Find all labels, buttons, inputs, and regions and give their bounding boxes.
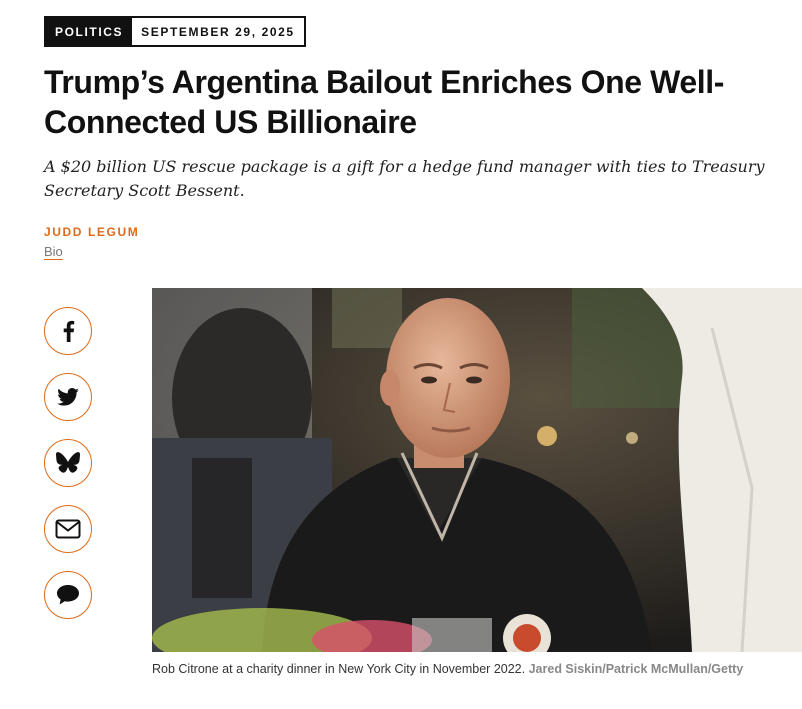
share-email-button[interactable] xyxy=(44,505,92,553)
share-bluesky-button[interactable] xyxy=(44,439,92,487)
facebook-icon xyxy=(63,320,75,342)
article-headline: Trump’s Argentina Bailout Enriches One W… xyxy=(44,64,724,140)
photo-caption: Rob Citrone at a charity dinner in New Y… xyxy=(152,660,772,678)
article-dek: A $20 billion US rescue package is a gif… xyxy=(44,157,765,200)
comment-icon xyxy=(57,585,79,605)
share-bar xyxy=(44,307,92,619)
email-icon xyxy=(55,519,81,539)
share-comment-button[interactable] xyxy=(44,571,92,619)
article-tags: POLITICS SEPTEMBER 29, 2025 xyxy=(44,16,306,47)
twitter-icon xyxy=(57,388,79,406)
photo-credit: Jared Siskin/Patrick McMullan/Getty xyxy=(528,662,744,676)
category-tag[interactable]: POLITICS xyxy=(46,18,133,45)
author-bio-link[interactable]: Bio xyxy=(44,244,63,259)
caption-text: Rob Citrone at a charity dinner in New Y… xyxy=(152,662,526,676)
photo-rob-citrone xyxy=(152,288,802,652)
publish-date: SEPTEMBER 29, 2025 xyxy=(132,18,304,45)
bluesky-icon xyxy=(56,452,80,473)
share-twitter-button[interactable] xyxy=(44,373,92,421)
article-photo[interactable] xyxy=(152,288,802,652)
share-facebook-button[interactable] xyxy=(44,307,92,355)
author-name[interactable]: JUDD LEGUM xyxy=(44,225,139,239)
